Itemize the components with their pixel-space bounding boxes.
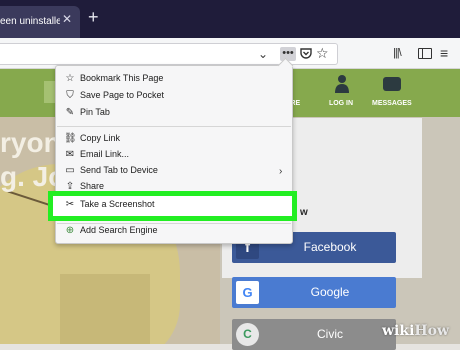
google-button-label: Google bbox=[310, 285, 350, 299]
menu-item-label: Email Link... bbox=[80, 149, 130, 159]
menu-item-label: Send Tab to Device bbox=[80, 165, 158, 175]
wikihow-watermark: wikiHow bbox=[382, 323, 449, 339]
pocket-icon: ⛉ bbox=[66, 90, 74, 101]
menu-item-copy-link[interactable]: ⛓ Copy Link bbox=[56, 132, 292, 148]
google-button[interactable]: G Google bbox=[232, 277, 396, 308]
pin-icon: ✎ bbox=[65, 107, 75, 118]
watermark-wiki: wiki bbox=[382, 323, 415, 339]
nav-messages-label[interactable]: MESSAGES bbox=[372, 100, 412, 107]
url-dropdown-icon[interactable]: ⌄ bbox=[258, 47, 268, 61]
user-icon[interactable] bbox=[335, 74, 349, 94]
menu-item-label: Share bbox=[80, 181, 105, 191]
star-icon: ☆ bbox=[65, 73, 75, 84]
menu-item-send-tab[interactable]: ▭ Send Tab to Device bbox=[56, 164, 292, 180]
scissors-icon: ✂ bbox=[65, 199, 75, 210]
menu-item-bookmark[interactable]: ☆ Bookmark This Page bbox=[56, 72, 292, 88]
menu-item-save-to-pocket[interactable]: ⛉ Save Page to Pocket bbox=[56, 89, 292, 105]
search-engine-icon: ⊕ bbox=[65, 225, 75, 236]
civic-button-label: Civic bbox=[317, 327, 343, 341]
menu-item-label: Save Page to Pocket bbox=[80, 90, 165, 100]
sidebar-icon[interactable] bbox=[418, 48, 432, 59]
link-icon: ⛓ bbox=[64, 133, 77, 144]
civic-button[interactable]: C Civic bbox=[232, 319, 396, 350]
device-icon: ▭ bbox=[65, 165, 75, 176]
messages-icon[interactable] bbox=[383, 77, 401, 91]
watermark-how: How bbox=[414, 323, 450, 339]
civic-icon: C bbox=[236, 323, 259, 346]
menu-separator bbox=[57, 126, 291, 127]
close-tab-icon[interactable]: ✕ bbox=[62, 13, 72, 25]
nav-login-label[interactable]: LOG IN bbox=[325, 100, 357, 107]
menu-item-email-link[interactable]: ✉ Email Link... bbox=[56, 148, 292, 164]
menu-item-add-search-engine[interactable]: ⊕ Add Search Engine bbox=[56, 224, 292, 240]
menu-item-label: Take a Screenshot bbox=[80, 199, 155, 209]
tab-title: een uninstalled bbox=[0, 16, 60, 27]
library-icon[interactable]: |||\ bbox=[393, 47, 402, 59]
illustration-neck bbox=[60, 274, 150, 344]
menu-item-label: Add Search Engine bbox=[80, 225, 158, 235]
google-icon: G bbox=[236, 281, 259, 304]
menu-item-label: Bookmark This Page bbox=[80, 73, 164, 83]
menu-item-label: Pin Tab bbox=[80, 107, 110, 117]
email-icon: ✉ bbox=[65, 149, 75, 160]
menu-item-take-screenshot[interactable]: ✂ Take a Screenshot bbox=[56, 198, 292, 214]
new-tab-button[interactable]: + bbox=[88, 8, 99, 26]
bookmark-star-icon[interactable]: ☆ bbox=[316, 45, 329, 62]
login-card-heading: w bbox=[300, 207, 308, 218]
menu-item-label: Copy Link bbox=[80, 133, 121, 143]
chevron-right-icon: › bbox=[279, 166, 283, 177]
pocket-icon[interactable] bbox=[300, 48, 312, 60]
menu-item-pin-tab[interactable]: ✎ Pin Tab bbox=[56, 106, 292, 122]
hamburger-menu-icon[interactable]: ≡ bbox=[440, 45, 448, 61]
